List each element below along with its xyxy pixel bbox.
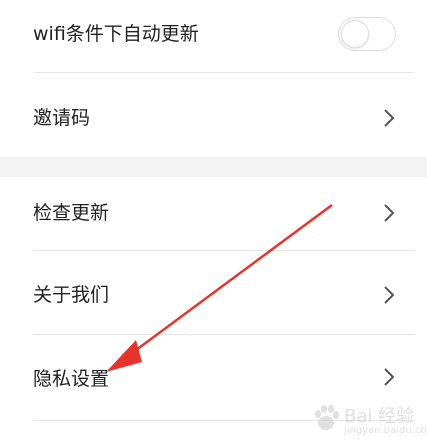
settings-row-wifi-auto-update: wifi条件下自动更新 bbox=[0, 0, 427, 70]
toggle-knob bbox=[341, 20, 369, 48]
wifi-auto-update-toggle[interactable] bbox=[338, 17, 396, 51]
settings-row-about-us[interactable]: 关于我们 bbox=[0, 251, 427, 333]
settings-row-check-update[interactable]: 检查更新 bbox=[0, 177, 427, 249]
invite-code-label: 邀请码 bbox=[33, 107, 91, 129]
wifi-auto-update-label: wifi条件下自动更新 bbox=[33, 23, 199, 45]
about-us-label: 关于我们 bbox=[33, 284, 110, 306]
privacy-settings-label: 隐私设置 bbox=[33, 368, 110, 390]
watermark-subtext: jingyan.baidu.com bbox=[344, 425, 427, 436]
chevron-right-icon bbox=[384, 286, 395, 304]
check-update-label: 检查更新 bbox=[33, 202, 110, 224]
chevron-right-icon bbox=[384, 204, 395, 222]
chevron-right-icon bbox=[384, 368, 395, 386]
chevron-right-icon bbox=[384, 109, 395, 127]
section-gap bbox=[0, 157, 427, 177]
baidu-paw-icon bbox=[315, 405, 339, 430]
settings-row-invite-code[interactable]: 邀请码 bbox=[0, 73, 427, 157]
watermark: Bai 经验 jingyan.baidu.com bbox=[308, 398, 427, 442]
